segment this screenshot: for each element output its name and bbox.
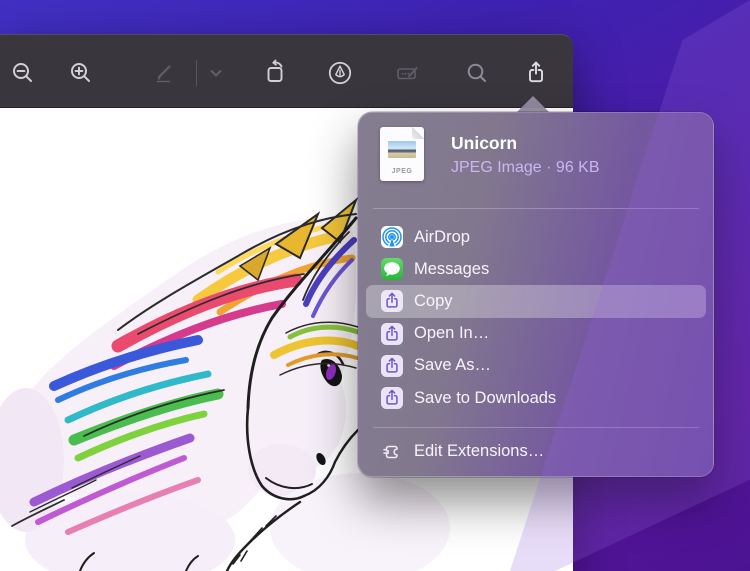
menu-item-open-in[interactable]: Open In… xyxy=(366,318,706,350)
rotate-left-icon xyxy=(262,59,290,87)
text-box-pencil-icon xyxy=(394,59,422,87)
file-meta: JPEG Image · 96 KB xyxy=(451,159,600,177)
popover-divider xyxy=(373,208,699,209)
file-header: JPEG Unicorn JPEG Image · 96 KB xyxy=(380,127,699,181)
menu-item-airdrop[interactable]: AirDrop xyxy=(366,221,706,253)
toolbar-divider xyxy=(196,60,197,86)
markup-options-button[interactable] xyxy=(200,57,232,89)
share-box-icon xyxy=(381,355,403,377)
airdrop-icon xyxy=(381,226,403,248)
share-icon xyxy=(522,59,550,87)
zoom-in-icon xyxy=(67,59,95,87)
file-name: Unicorn xyxy=(451,133,600,154)
menu-item-label: Save to Downloads xyxy=(414,389,556,408)
menu-item-label: Copy xyxy=(414,292,453,311)
menu-item-copy[interactable]: Copy xyxy=(366,285,706,317)
extensions-icon xyxy=(381,440,403,462)
share-box-icon xyxy=(381,323,403,345)
share-menu: AirDrop Messages Copy xyxy=(366,221,706,414)
file-text: Unicorn JPEG Image · 96 KB xyxy=(451,127,600,181)
popover-divider xyxy=(373,427,699,428)
page-fold xyxy=(412,127,424,139)
menu-item-save-to-downloads[interactable]: Save to Downloads xyxy=(366,382,706,414)
zoom-out-icon xyxy=(9,59,37,87)
file-type-badge: JPEG xyxy=(380,168,424,175)
share-box-icon xyxy=(381,290,403,312)
zoom-out-button[interactable] xyxy=(7,57,39,89)
share-popover: JPEG Unicorn JPEG Image · 96 KB xyxy=(358,112,714,477)
markup-pencil-icon xyxy=(151,59,179,87)
search-button[interactable] xyxy=(461,57,493,89)
search-icon xyxy=(463,59,491,87)
text-annotation-button[interactable] xyxy=(392,57,424,89)
share-button[interactable] xyxy=(520,57,552,89)
zoom-in-button[interactable] xyxy=(65,57,97,89)
markup-pencil-button[interactable] xyxy=(149,57,181,89)
jpeg-file-icon: JPEG xyxy=(380,127,424,181)
file-thumbnail xyxy=(388,141,416,158)
menu-item-label: Messages xyxy=(414,260,489,279)
pen-nib-circle-icon xyxy=(326,59,354,87)
annotate-pen-button[interactable] xyxy=(324,57,356,89)
desktop-background: JPEG Unicorn JPEG Image · 96 KB xyxy=(0,0,750,571)
menu-item-edit-extensions[interactable]: Edit Extensions… xyxy=(366,436,706,466)
menu-item-label: Open In… xyxy=(414,324,489,343)
chevron-down-icon xyxy=(202,59,230,87)
share-box-icon xyxy=(381,387,403,409)
menu-item-label: AirDrop xyxy=(414,228,470,247)
rotate-left-button[interactable] xyxy=(260,57,292,89)
menu-item-label: Save As… xyxy=(414,356,491,375)
messages-icon xyxy=(381,258,403,280)
menu-item-label: Edit Extensions… xyxy=(414,442,544,461)
toolbar xyxy=(0,34,573,108)
menu-item-save-as[interactable]: Save As… xyxy=(366,350,706,382)
menu-item-messages[interactable]: Messages xyxy=(366,253,706,285)
